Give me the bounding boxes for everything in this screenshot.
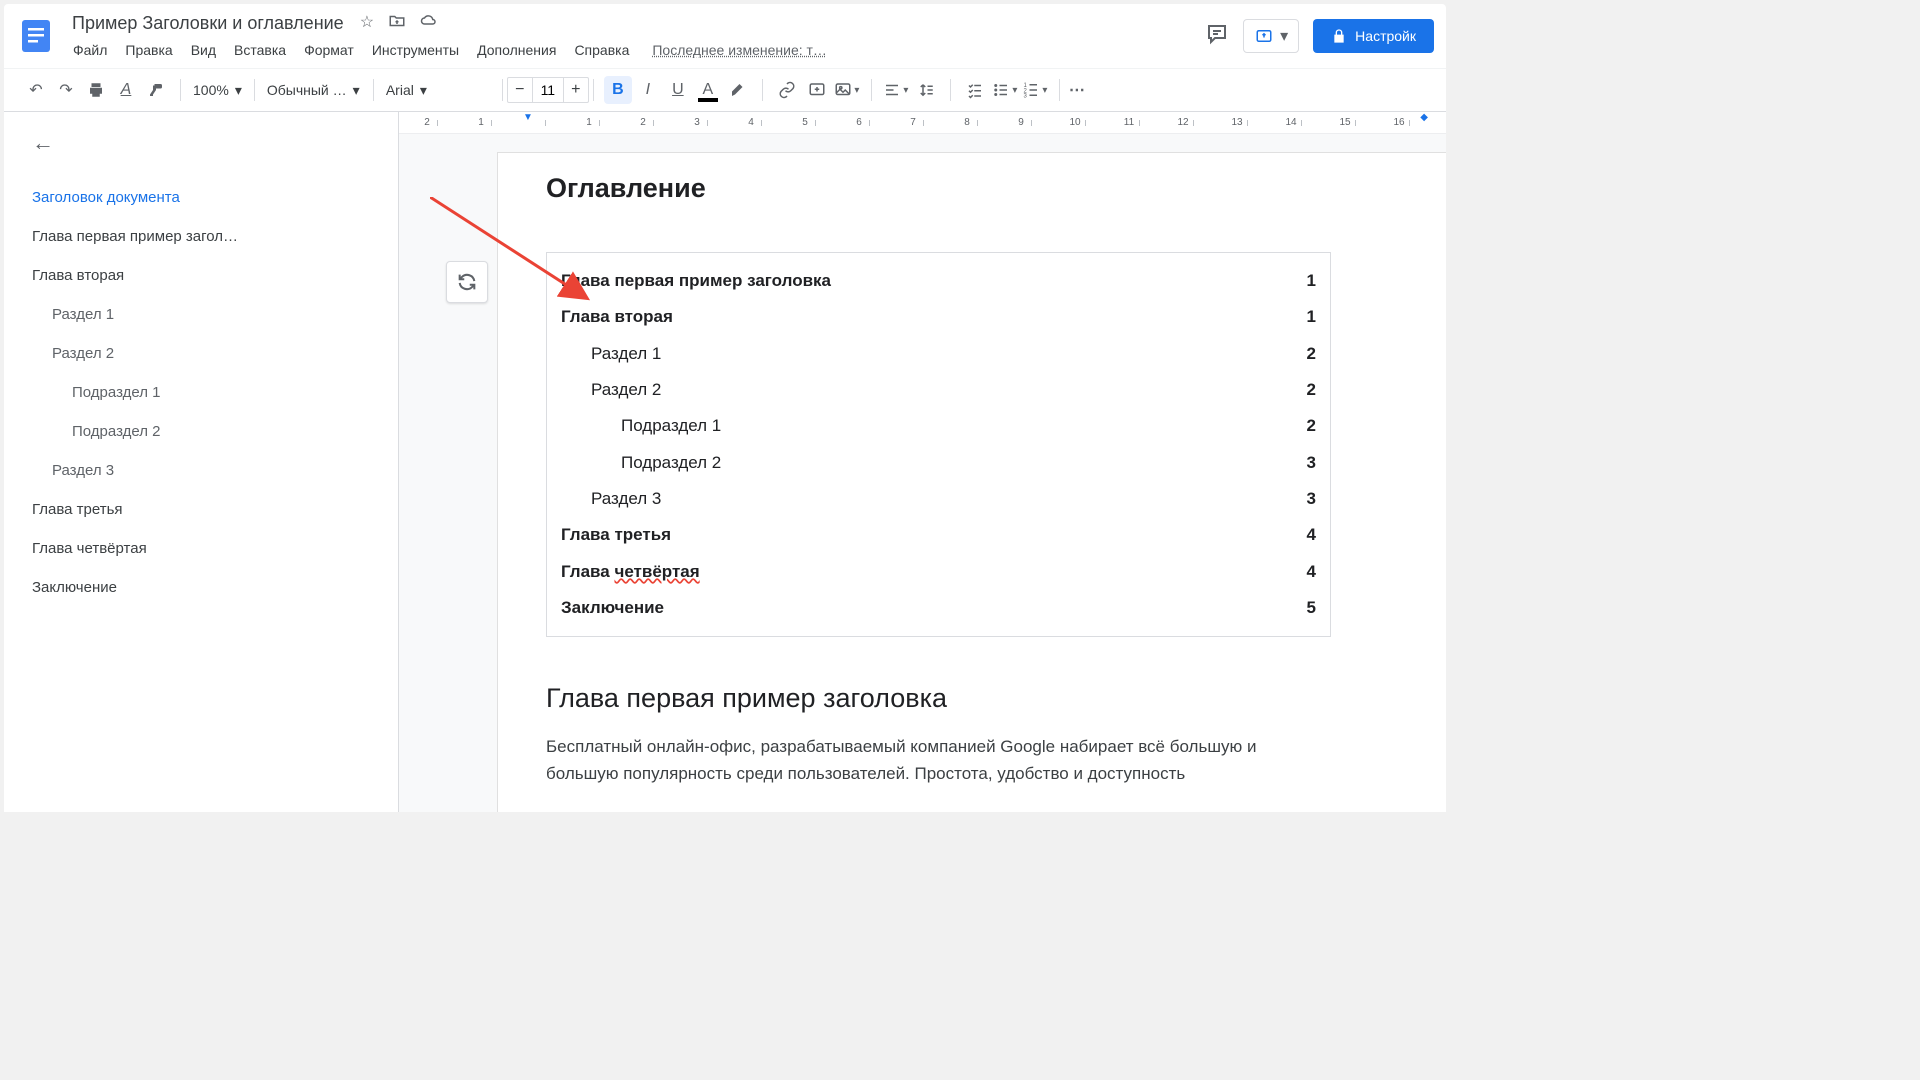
outline-item[interactable]: Заголовок документа — [32, 178, 370, 217]
outline-item[interactable]: Раздел 3 — [32, 451, 370, 490]
print-button[interactable] — [82, 76, 110, 104]
outline-sidebar: ← Заголовок документаГлава первая пример… — [4, 112, 399, 812]
move-icon[interactable] — [388, 12, 406, 35]
checklist-button[interactable] — [961, 76, 989, 104]
outline-item[interactable]: Заключение — [32, 568, 370, 607]
menu-help[interactable]: Справка — [567, 38, 636, 62]
font-select[interactable]: Arial▾ — [378, 78, 498, 103]
toc-row[interactable]: Раздел 12 — [561, 336, 1316, 372]
body-text: Бесплатный онлайн-офис, разрабатываемый … — [546, 734, 1331, 787]
star-icon[interactable]: ☆ — [360, 12, 374, 35]
menu-file[interactable]: Файл — [66, 38, 114, 62]
zoom-select[interactable]: 100%▾ — [185, 78, 250, 103]
font-size-increase[interactable]: + — [564, 78, 588, 102]
menu-edit[interactable]: Правка — [118, 38, 179, 62]
numbered-list-button[interactable]: 123▾ — [1021, 76, 1049, 104]
share-button[interactable]: Настройк — [1313, 19, 1434, 53]
link-button[interactable] — [773, 76, 801, 104]
line-spacing-button[interactable] — [912, 76, 940, 104]
spellcheck-button[interactable]: A — [112, 76, 140, 104]
undo-button[interactable]: ↶ — [22, 76, 50, 104]
outline-item[interactable]: Раздел 1 — [32, 295, 370, 334]
menu-format[interactable]: Формат — [297, 38, 361, 62]
toc-row[interactable]: Заключение5 — [561, 590, 1316, 626]
outline-item[interactable]: Глава первая пример загол… — [32, 217, 370, 256]
menu-insert[interactable]: Вставка — [227, 38, 293, 62]
redo-button[interactable]: ↷ — [52, 76, 80, 104]
toolbar: ↶ ↷ A 100%▾ Обычный …▾ Arial▾ − 11 + B I… — [4, 68, 1446, 112]
menu-view[interactable]: Вид — [184, 38, 223, 62]
document-title[interactable]: Пример Заголовки и оглавление — [66, 11, 350, 36]
toc-row[interactable]: Глава вторая1 — [561, 299, 1316, 335]
align-button[interactable]: ▾ — [882, 76, 910, 104]
toc-row[interactable]: Раздел 22 — [561, 372, 1316, 408]
document-area[interactable]: ▼ 211234567891011121314151617 ◆ Оглавлен… — [399, 112, 1446, 812]
menu-tools[interactable]: Инструменты — [365, 38, 466, 62]
outline-item[interactable]: Подраздел 2 — [32, 412, 370, 451]
page[interactable]: Оглавление Глава первая пример заголовка… — [497, 152, 1446, 812]
cloud-save-icon[interactable] — [420, 12, 438, 35]
zoom-value: 100% — [193, 82, 229, 98]
ruler[interactable]: ▼ 211234567891011121314151617 ◆ — [399, 112, 1446, 134]
toc-heading: Оглавление — [546, 173, 1331, 204]
more-button[interactable]: ⋯ — [1064, 76, 1092, 104]
outline-item[interactable]: Раздел 2 — [32, 334, 370, 373]
header: Пример Заголовки и оглавление ☆ Файл Пра… — [4, 4, 1446, 68]
toc-row[interactable]: Глава первая пример заголовка1 — [561, 263, 1316, 299]
style-select[interactable]: Обычный …▾ — [259, 78, 369, 103]
chapter-heading: Глава первая пример заголовка — [546, 683, 1331, 714]
bullet-list-button[interactable]: ▾ — [991, 76, 1019, 104]
present-button[interactable]: ▾ — [1243, 19, 1299, 53]
toc-row[interactable]: Раздел 33 — [561, 481, 1316, 517]
menu-addons[interactable]: Дополнения — [470, 38, 563, 62]
toc-row[interactable]: Глава третья4 — [561, 517, 1316, 553]
text-color-button[interactable]: A — [694, 76, 722, 104]
back-arrow-icon[interactable]: ← — [32, 130, 370, 156]
comments-icon[interactable] — [1205, 22, 1229, 51]
last-change-link[interactable]: Последнее изменение: т… — [652, 42, 827, 58]
outline-item[interactable]: Глава третья — [32, 490, 370, 529]
toc-row[interactable]: Подраздел 23 — [561, 445, 1316, 481]
comment-button[interactable] — [803, 76, 831, 104]
share-label: Настройк — [1355, 28, 1416, 44]
outline-item[interactable]: Глава четвёртая — [32, 529, 370, 568]
style-value: Обычный … — [267, 82, 347, 98]
font-size-value[interactable]: 11 — [532, 78, 564, 102]
font-size-box: − 11 + — [507, 77, 589, 103]
image-button[interactable]: ▾ — [833, 76, 861, 104]
outline-item[interactable]: Глава вторая — [32, 256, 370, 295]
font-size-decrease[interactable]: − — [508, 78, 532, 102]
bold-button[interactable]: B — [604, 76, 632, 104]
ruler-indent-left-marker[interactable]: ▼ — [523, 112, 533, 123]
highlight-button[interactable] — [724, 76, 752, 104]
toc-row[interactable]: Подраздел 12 — [561, 408, 1316, 444]
paint-format-button[interactable] — [142, 76, 170, 104]
toc-row[interactable]: Глава четвёртая4 — [561, 554, 1316, 590]
ruler-indent-right-marker[interactable]: ◆ — [1420, 112, 1428, 123]
docs-logo[interactable] — [16, 16, 56, 56]
toc-box[interactable]: Глава первая пример заголовка1Глава втор… — [546, 252, 1331, 637]
toc-refresh-button[interactable] — [446, 261, 488, 303]
svg-text:3: 3 — [1024, 94, 1028, 100]
outline-item[interactable]: Подраздел 1 — [32, 373, 370, 412]
underline-button[interactable]: U — [664, 76, 692, 104]
font-value: Arial — [386, 82, 414, 98]
italic-button[interactable]: I — [634, 76, 662, 104]
